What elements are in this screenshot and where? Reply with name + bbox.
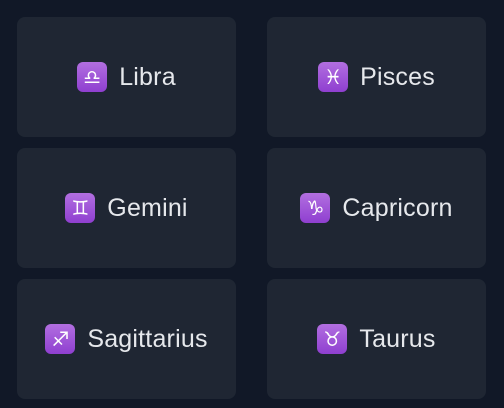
taurus-icon: ♉︎ xyxy=(317,324,348,354)
gemini-icon: ♊︎ xyxy=(65,193,96,223)
tile-capricorn[interactable]: ♑︎ Capricorn xyxy=(267,148,486,268)
tile-pisces[interactable]: ♓︎ Pisces xyxy=(267,17,486,137)
tile-gemini[interactable]: ♊︎ Gemini xyxy=(17,148,236,268)
tile-label: Pisces xyxy=(360,62,435,91)
tile-label: Taurus xyxy=(359,324,436,353)
capricorn-icon: ♑︎ xyxy=(300,193,331,223)
tile-label: Sagittarius xyxy=(87,324,208,353)
pisces-icon: ♓︎ xyxy=(318,62,349,92)
tile-sagittarius[interactable]: ♐︎ Sagittarius xyxy=(17,279,236,399)
tile-taurus[interactable]: ♉︎ Taurus xyxy=(267,279,486,399)
tile-label: Capricorn xyxy=(342,193,453,222)
sagittarius-icon: ♐︎ xyxy=(45,324,76,354)
tile-libra[interactable]: ♎︎ Libra xyxy=(17,17,236,137)
tile-label: Gemini xyxy=(107,193,188,222)
tile-label: Libra xyxy=(119,62,176,91)
libra-icon: ♎︎ xyxy=(77,62,108,92)
zodiac-grid: ♎︎ Libra ♓︎ Pisces ♊︎ Gemini ♑︎ Capricor… xyxy=(0,0,504,408)
